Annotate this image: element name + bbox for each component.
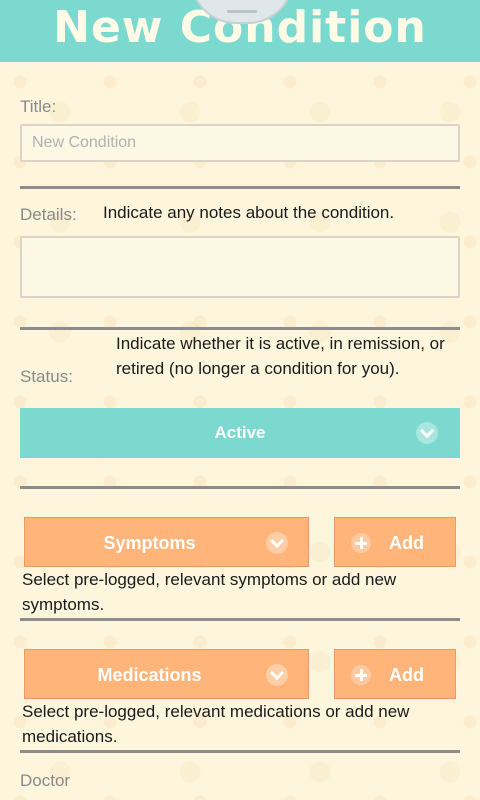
divider [20, 486, 460, 489]
details-input[interactable] [20, 236, 460, 298]
divider [20, 327, 460, 330]
divider [20, 750, 460, 753]
plus-icon [351, 533, 371, 553]
medications-hint: Select pre-logged, relevant medications … [22, 702, 410, 746]
chevron-down-icon [416, 422, 438, 444]
add-symptom-label: Add [389, 533, 424, 553]
divider [20, 618, 460, 621]
plus-icon [351, 665, 371, 685]
title-label: Title: [20, 97, 57, 116]
symptoms-dropdown[interactable]: Symptoms [24, 517, 309, 567]
details-label: Details: [20, 205, 77, 224]
add-medication-label: Add [389, 665, 424, 685]
medications-label: Medications [97, 665, 202, 685]
header-bar: New Condition [0, 0, 480, 62]
status-label: Status: [20, 367, 73, 386]
chevron-down-icon [266, 664, 288, 686]
status-dropdown[interactable]: Active [20, 408, 460, 458]
add-symptom-button[interactable]: Add [334, 517, 456, 567]
medications-dropdown[interactable]: Medications [24, 649, 309, 699]
status-hint: Indicate whether it is active, in remiss… [116, 334, 445, 378]
add-medication-button[interactable]: Add [334, 649, 456, 699]
doctor-label: Doctor [20, 771, 71, 790]
symptoms-label: Symptoms [103, 533, 196, 553]
title-input[interactable]: New Condition [20, 124, 460, 162]
symptoms-hint: Select pre-logged, relevant symptoms or … [22, 570, 397, 614]
divider [20, 186, 460, 189]
title-input-placeholder: New Condition [32, 134, 137, 151]
status-selected-value: Active [214, 423, 266, 442]
chevron-down-icon [266, 532, 288, 554]
details-hint: Indicate any notes about the condition. [103, 203, 395, 222]
